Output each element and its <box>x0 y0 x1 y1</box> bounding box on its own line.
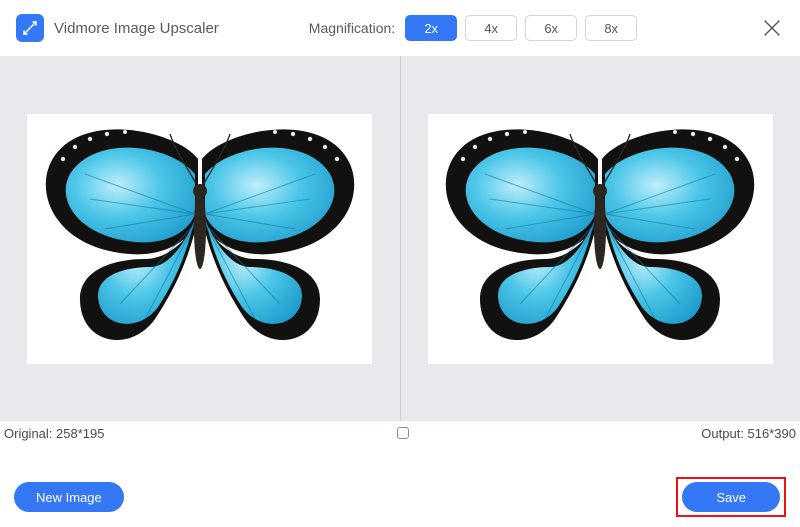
butterfly-illustration-output <box>435 119 765 359</box>
magnification-label: Magnification: <box>309 20 395 36</box>
output-dims-value: 516*390 <box>748 426 796 441</box>
magnification-8x-button[interactable]: 8x <box>585 15 637 41</box>
status-row: Original: 258*195 Output: 516*390 <box>0 421 800 445</box>
footer-bar: New Image Save <box>0 477 800 517</box>
magnification-options: 2x 4x 6x 8x <box>405 15 637 41</box>
app-logo-icon <box>16 14 44 42</box>
close-icon[interactable] <box>760 16 784 40</box>
butterfly-illustration-original <box>35 119 365 359</box>
preview-area <box>0 56 800 421</box>
magnification-6x-button[interactable]: 6x <box>525 15 577 41</box>
output-image <box>428 114 773 364</box>
save-button[interactable]: Save <box>682 482 780 512</box>
original-dims-value: 258*195 <box>56 426 104 441</box>
link-toggle[interactable] <box>104 427 701 439</box>
original-pane <box>0 56 400 421</box>
original-dimensions: Original: 258*195 <box>4 426 104 441</box>
output-prefix: Output: <box>701 426 747 441</box>
save-highlight-frame: Save <box>676 477 786 517</box>
magnification-2x-button[interactable]: 2x <box>405 15 457 41</box>
output-pane <box>401 56 800 421</box>
new-image-button[interactable]: New Image <box>14 482 124 512</box>
header-bar: Vidmore Image Upscaler Magnification: 2x… <box>0 0 800 56</box>
original-prefix: Original: <box>4 426 56 441</box>
app-title: Vidmore Image Upscaler <box>54 20 219 37</box>
output-dimensions: Output: 516*390 <box>701 426 796 441</box>
original-image <box>27 114 372 364</box>
magnification-4x-button[interactable]: 4x <box>465 15 517 41</box>
link-toggle-icon <box>397 427 409 439</box>
